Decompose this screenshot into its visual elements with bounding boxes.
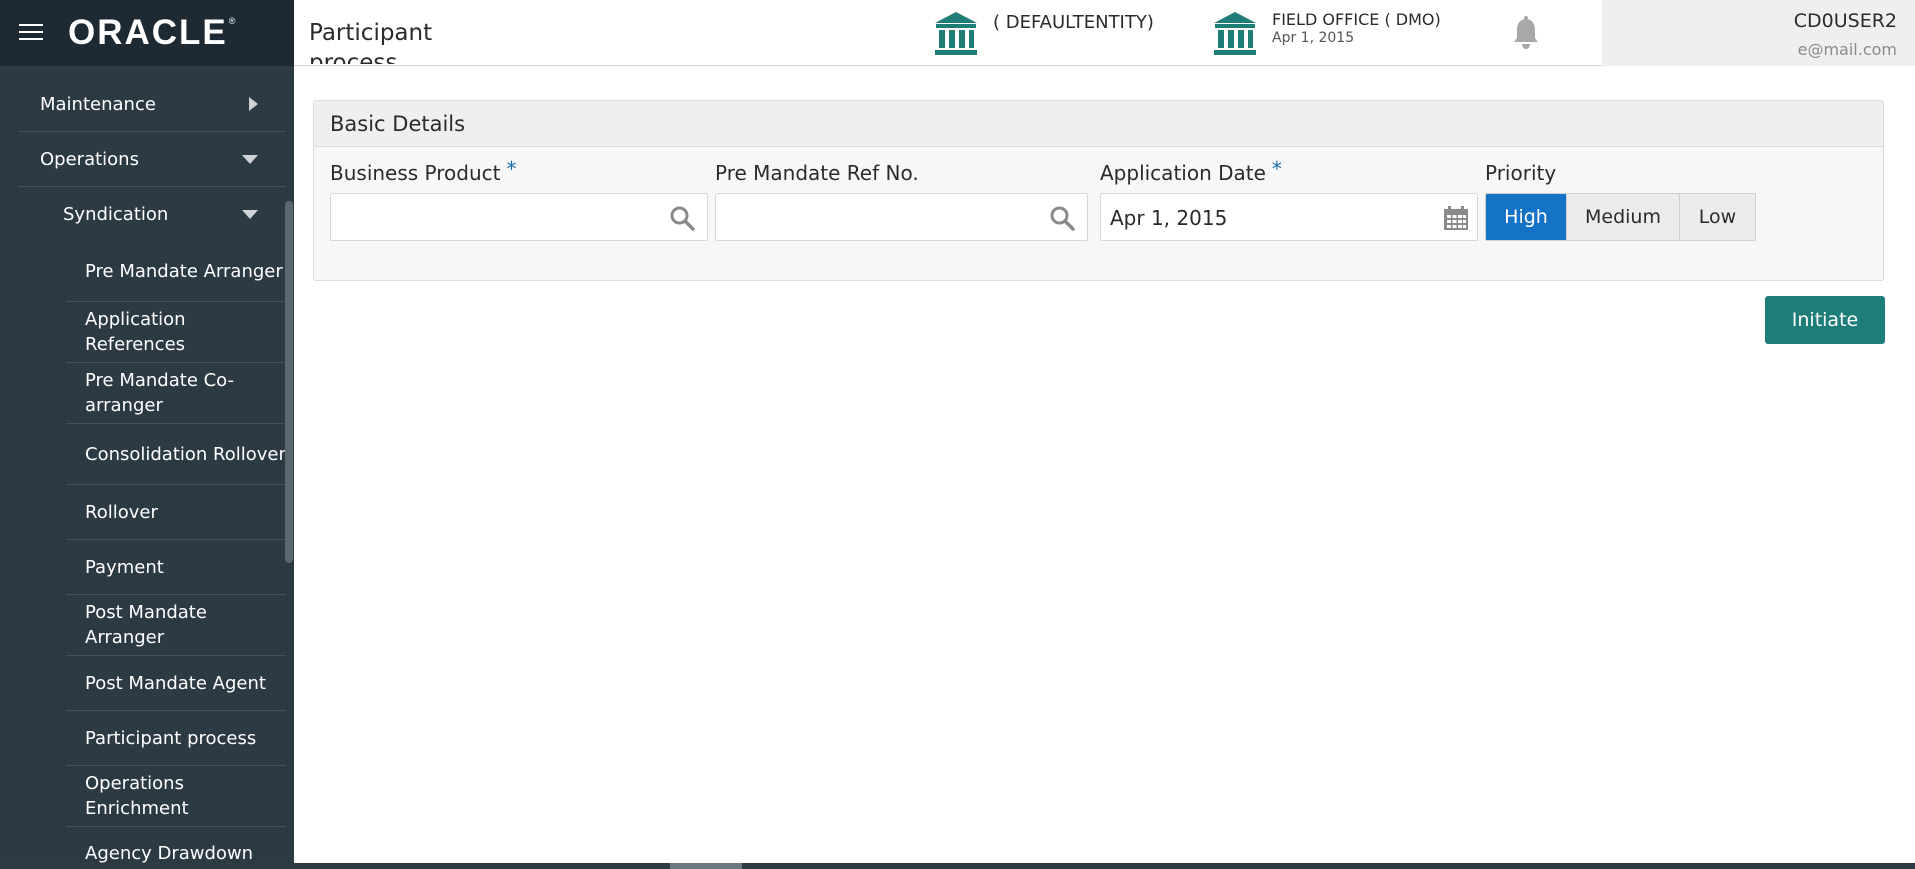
sidebar-item-participant-process[interactable]: Participant process	[66, 711, 286, 766]
sidebar-item-label: Payment	[85, 556, 164, 578]
priority-high-button[interactable]: High	[1486, 194, 1567, 240]
chevron-down-icon	[242, 155, 258, 164]
horizontal-scrollbar[interactable]	[0, 863, 1915, 869]
sidebar-item-pre-mandate-arranger[interactable]: Pre Mandate Arranger	[66, 241, 286, 302]
bell-icon[interactable]	[1511, 16, 1541, 50]
oracle-logo: ORACLE®	[68, 13, 238, 52]
brand-bar: ORACLE®	[0, 0, 294, 66]
business-product-input[interactable]	[330, 193, 708, 241]
sidebar-item-label: Operations Enrichment	[85, 773, 189, 819]
sidebar-item-application-references[interactable]: Application References	[66, 302, 286, 363]
field-label: Business Product *	[330, 157, 517, 185]
sidebar-item-post-mandate-arranger[interactable]: Post Mandate Arranger	[66, 595, 286, 656]
basic-details-panel: Basic Details Business Product * Pre Mand…	[313, 100, 1884, 281]
branch-date: Apr 1, 2015	[1272, 30, 1355, 46]
pre-mandate-ref-field: Pre Mandate Ref No.	[715, 161, 1088, 241]
sidebar-item-label: Agency Drawdown	[85, 842, 254, 864]
chevron-down-icon	[242, 210, 258, 219]
field-label: Application Date *	[1100, 157, 1282, 185]
application-date-input[interactable]: Apr 1, 2015	[1100, 193, 1478, 241]
branch-selector[interactable]: FIELD OFFICE ( DMO) Apr 1, 2015	[1212, 10, 1441, 56]
field-label: Pre Mandate Ref No.	[715, 161, 919, 185]
bank-icon	[1214, 12, 1256, 55]
sidebar-item-syndication[interactable]: Syndication	[40, 188, 286, 240]
sidebar-item-label: Participant process	[85, 727, 257, 749]
sidebar-item-label: Syndication	[63, 203, 169, 225]
chevron-right-icon	[249, 97, 258, 111]
sidebar-item-label: Rollover	[85, 501, 158, 523]
app-header: ORACLE® Participant process ( DEFAULTENT…	[0, 0, 1915, 66]
sidebar: Maintenance Operations Syndication Pre M…	[0, 66, 294, 869]
entity-name: ( DEFAULTENTITY)	[993, 12, 1154, 33]
priority-field: Priority High Medium Low	[1485, 161, 1756, 241]
field-label: Priority	[1485, 161, 1557, 185]
user-email: e@mail.com	[1797, 40, 1897, 59]
priority-low-button[interactable]: Low	[1680, 194, 1755, 240]
sidebar-scrollbar[interactable]	[285, 201, 293, 563]
entity-selector[interactable]: ( DEFAULTENTITY)	[933, 10, 1154, 56]
sidebar-item-operations[interactable]: Operations	[18, 132, 286, 187]
required-marker: *	[1271, 157, 1282, 181]
sidebar-item-label: Consolidation Rollover	[85, 443, 286, 465]
sidebar-item-label: Maintenance	[40, 93, 156, 115]
horizontal-scrollbar-thumb[interactable]	[670, 863, 742, 869]
priority-medium-button[interactable]: Medium	[1567, 194, 1680, 240]
sidebar-item-label: Post Mandate Arranger	[85, 602, 207, 648]
required-marker: *	[506, 157, 517, 181]
sidebar-item-pre-mandate-co-arranger[interactable]: Pre Mandate Co-arranger	[66, 363, 286, 424]
sidebar-item-label: Pre Mandate Arranger	[85, 260, 283, 282]
page-title: Participant process	[309, 20, 433, 64]
hamburger-icon[interactable]	[19, 24, 43, 42]
panel-title: Basic Details	[314, 101, 1883, 147]
branch-name: FIELD OFFICE ( DMO)	[1272, 10, 1441, 29]
user-name: CD0USER2	[1793, 10, 1897, 32]
bank-icon	[935, 12, 977, 55]
application-date-field: Application Date * Apr 1, 2015	[1100, 157, 1478, 241]
sidebar-item-rollover[interactable]: Rollover	[66, 485, 286, 540]
sidebar-item-payment[interactable]: Payment	[66, 540, 286, 595]
sidebar-item-consolidation-rollover[interactable]: Consolidation Rollover	[66, 424, 286, 485]
search-icon[interactable]	[669, 205, 695, 231]
sidebar-item-label: Operations	[40, 148, 139, 170]
calendar-icon[interactable]	[1443, 205, 1469, 231]
sidebar-item-post-mandate-agent[interactable]: Post Mandate Agent	[66, 656, 286, 711]
user-menu[interactable]: CD0USER2 e@mail.com	[1602, 0, 1915, 66]
search-icon[interactable]	[1049, 205, 1075, 231]
pre-mandate-ref-input[interactable]	[715, 193, 1088, 241]
priority-toggle: High Medium Low	[1485, 193, 1756, 241]
sidebar-item-label: Pre Mandate Co-arranger	[85, 370, 235, 416]
initiate-button[interactable]: Initiate	[1765, 296, 1885, 344]
business-product-field: Business Product *	[330, 157, 708, 241]
sidebar-item-label: Application References	[85, 309, 186, 355]
sidebar-item-operations-enrichment[interactable]: Operations Enrichment	[66, 766, 286, 827]
sidebar-item-label: Post Mandate Agent	[85, 672, 266, 694]
sidebar-item-maintenance[interactable]: Maintenance	[18, 77, 286, 132]
